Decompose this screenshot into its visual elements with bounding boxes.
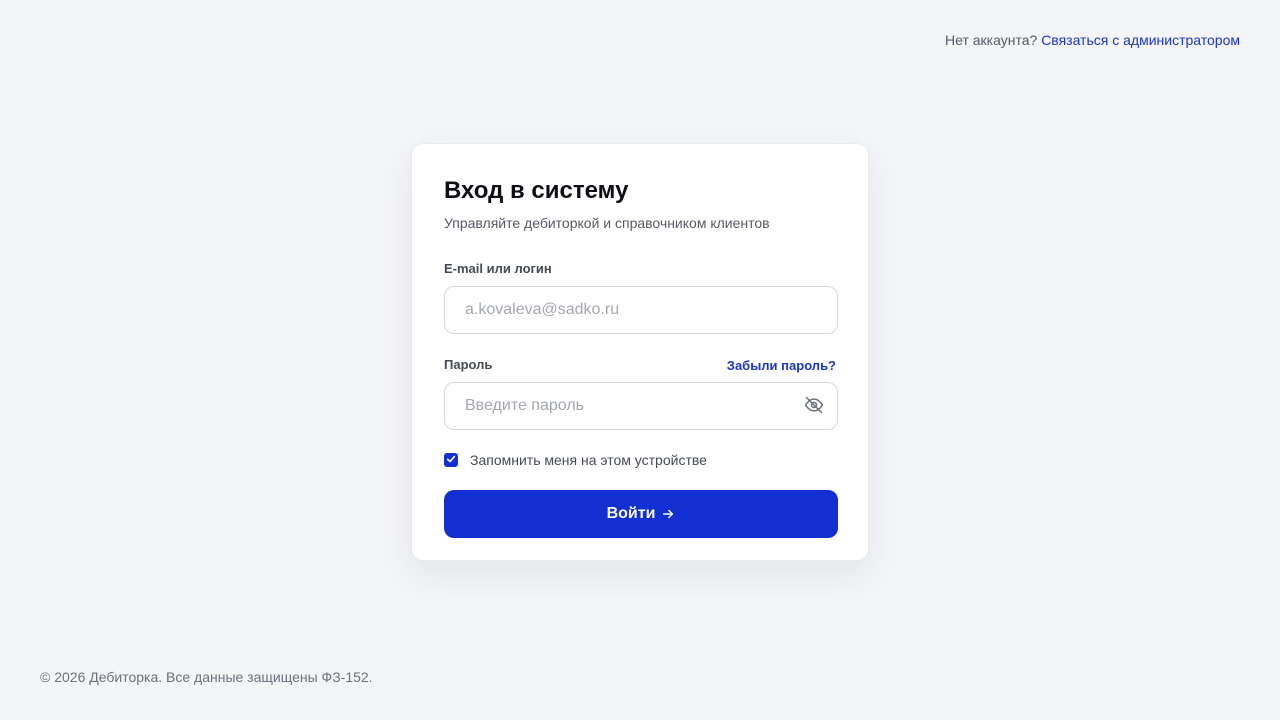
login-card: Вход в систему Управляйте дебиторкой и с…	[411, 143, 869, 561]
remember-row: Запомнить меня на этом устройстве	[444, 452, 836, 468]
email-label: E-mail или логин	[444, 261, 552, 276]
password-label-row: Пароль Забыли пароль?	[444, 356, 836, 374]
eye-off-icon	[804, 395, 824, 418]
remember-checkbox[interactable]	[444, 453, 458, 467]
login-button[interactable]: Войти	[444, 490, 838, 538]
password-group: Пароль Забыли пароль?	[444, 356, 838, 430]
page-title: Вход в систему	[444, 177, 629, 204]
top-bar: Нет аккаунта? Связаться с администраторо…	[945, 32, 1240, 48]
no-account-text: Нет аккаунта?	[945, 32, 1038, 48]
email-group: E-mail или логин	[444, 260, 838, 334]
password-input-wrap	[444, 382, 838, 430]
password-label: Пароль	[444, 357, 493, 372]
login-button-label: Войти	[606, 505, 656, 522]
email-input-wrap	[444, 286, 838, 334]
remember-label[interactable]: Запомнить меня на этом устройстве	[470, 452, 707, 468]
check-icon	[446, 451, 456, 469]
arrow-right-icon	[661, 507, 675, 521]
footer-copyright: © 2026 Дебиторка. Все данные защищены ФЗ…	[40, 669, 373, 685]
page-subtitle: Управляйте дебиторкой и справочником кли…	[444, 215, 770, 231]
forgot-password-link[interactable]: Забыли пароль?	[727, 358, 836, 373]
contact-admin-link[interactable]: Связаться с администратором	[1041, 32, 1240, 48]
password-input[interactable]	[444, 382, 838, 430]
email-input[interactable]	[444, 286, 838, 334]
password-visibility-toggle[interactable]	[802, 394, 826, 418]
login-page: Нет аккаунта? Связаться с администраторо…	[0, 0, 1280, 720]
